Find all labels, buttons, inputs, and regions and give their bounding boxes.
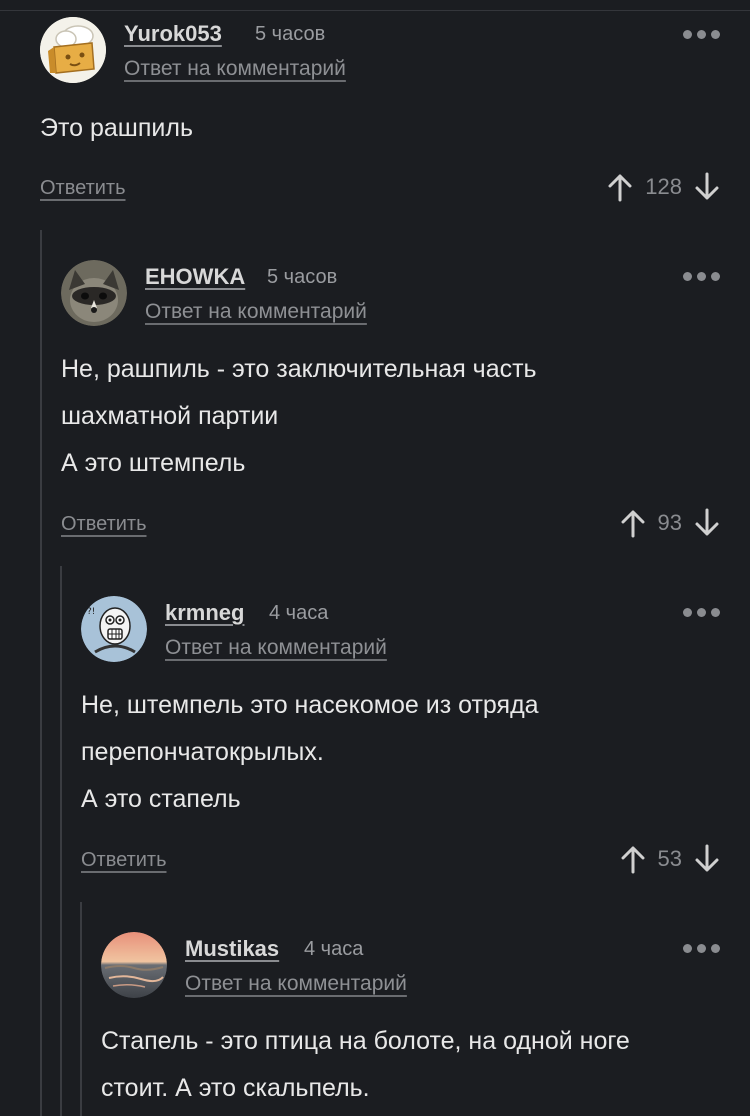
more-dots-icon[interactable] [683,272,720,281]
comment-line: стоит. А это скальпель. [101,1074,370,1102]
comment-time: 5 часов [267,266,338,288]
arrow-down-icon[interactable] [694,172,720,202]
comment-body: Не, штемпель это насекомое из отряда пер… [81,682,539,823]
reply-button[interactable]: Ответить [40,177,126,200]
reply-to-link[interactable]: Ответ на комментарий [124,57,346,81]
comment-line: А это стапель [81,785,241,813]
svg-text:?!: ?! [87,607,95,617]
arrow-up-icon[interactable] [607,172,633,202]
comment-line: Это рашпиль [40,114,193,142]
comment-body: Стапель - это птица на болоте, на одной … [101,1018,630,1112]
comment-line: Стапель - это птица на болоте, на одной … [101,1027,630,1055]
more-dots-icon[interactable] [683,944,720,953]
comment-body: Это рашпиль [40,105,193,152]
avatar[interactable] [40,17,106,83]
username[interactable]: EHOWKA [145,264,245,290]
comment-line: Не, штемпель это насекомое из отряда [81,691,539,719]
more-dots-icon[interactable] [683,608,720,617]
username[interactable]: Yurok053 [124,21,222,47]
comment-time: 5 часов [255,23,326,45]
username[interactable]: Mustikas [185,936,279,962]
thread-line-level-3 [80,902,82,1116]
comment-time: 4 часа [304,938,364,960]
vote-count: 93 [657,510,682,535]
comment-line: Не, рашпиль - это заключительная часть [61,355,537,383]
more-dots-icon[interactable] [683,30,720,39]
votes: 128 [607,172,720,202]
arrow-up-icon[interactable] [620,844,646,874]
reply-to-link[interactable]: Ответ на комментарий [145,300,367,324]
arrow-down-icon[interactable] [694,508,720,538]
vote-count: 128 [645,174,682,199]
vote-count: 53 [657,846,682,871]
arrow-down-icon[interactable] [694,844,720,874]
arrow-up-icon[interactable] [620,508,646,538]
reply-to-link[interactable]: Ответ на комментарий [165,636,387,660]
comment-line: А это штемпель [61,449,246,477]
votes: 53 [620,844,720,874]
avatar[interactable] [61,260,127,326]
reply-button[interactable]: Ответить [61,513,147,536]
thread-line-level-1 [40,230,42,1116]
comment-line: перепончатокрылых. [81,738,324,766]
votes: 93 [620,508,720,538]
reply-button[interactable]: Ответить [81,849,167,872]
username[interactable]: krmneg [165,600,244,626]
comment-line: шахматной партии [61,402,279,430]
top-divider [0,0,750,11]
avatar[interactable] [101,932,167,998]
comment-time: 4 часа [269,602,329,624]
reply-to-link[interactable]: Ответ на комментарий [185,972,407,996]
avatar[interactable]: ?! [81,596,147,662]
comment-body: Не, рашпиль - это заключительная часть ш… [61,346,537,487]
thread-line-level-2 [60,566,62,1116]
